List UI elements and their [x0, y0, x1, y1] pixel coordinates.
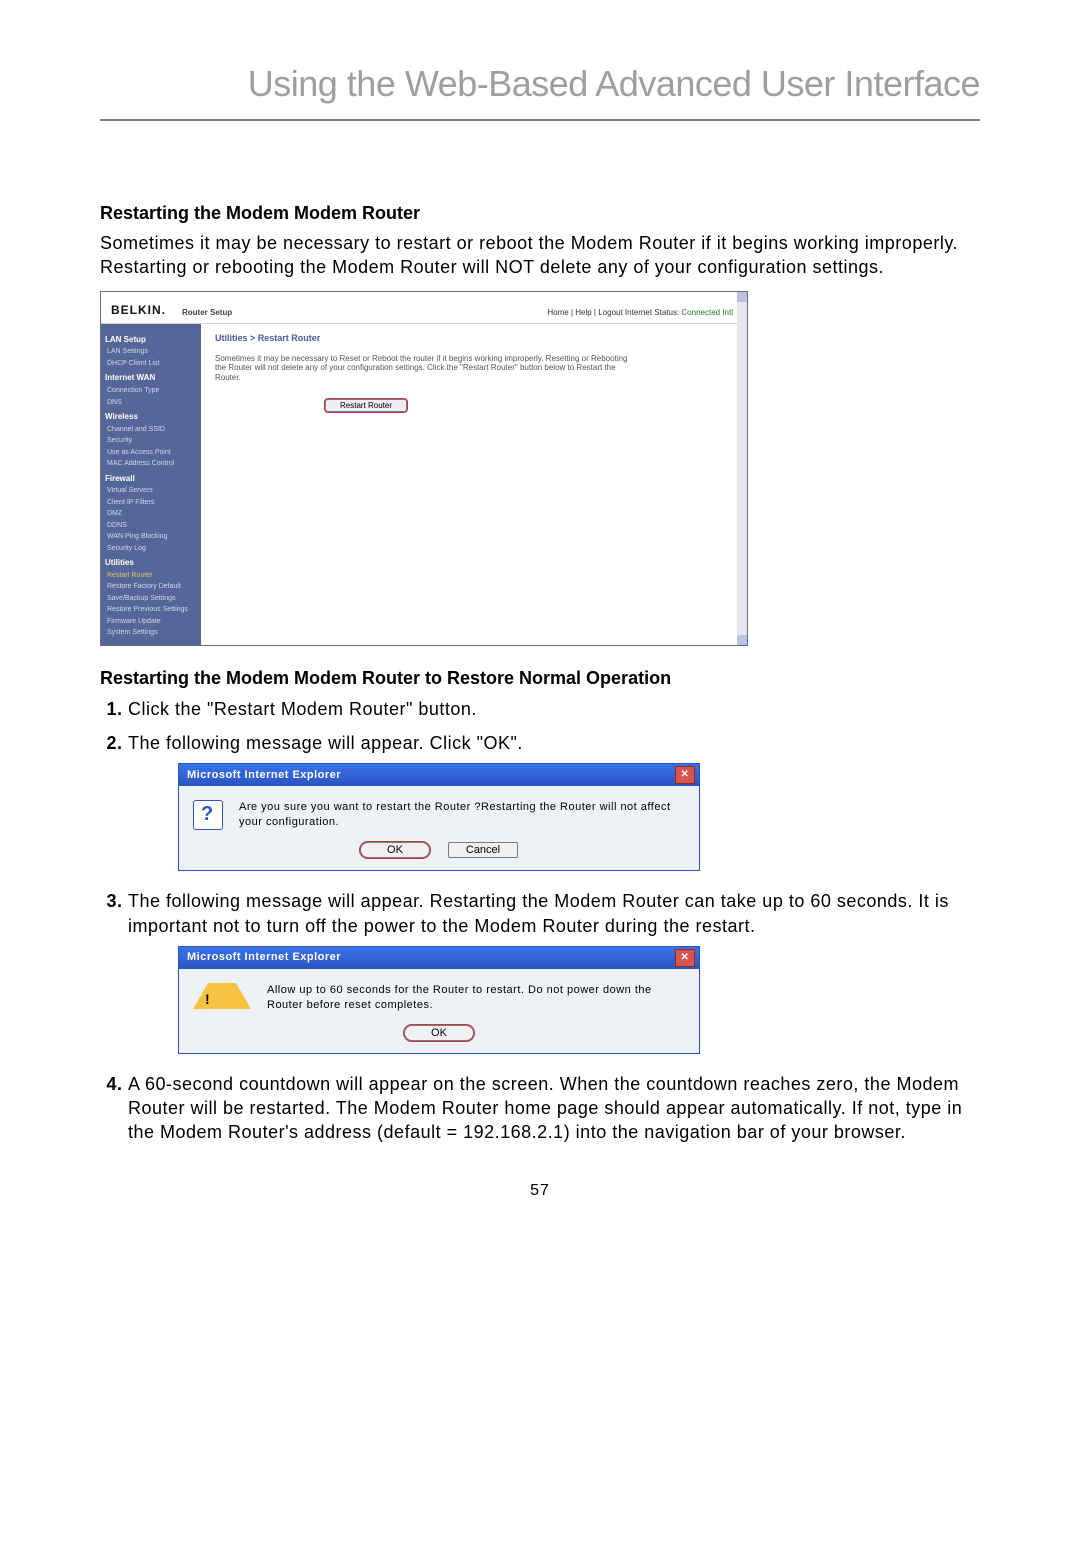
ie-dialog-wait: Microsoft Internet Explorer ✕ Allow up t… [178, 946, 700, 1054]
sidebar-head-wan: Internet WAN [105, 373, 197, 384]
sidebar-item[interactable]: Virtual Servers [107, 486, 197, 495]
sidebar-head-lan: LAN Setup [105, 335, 197, 346]
topnav-links[interactable]: Home | Help | Logout Internet Status: [547, 308, 679, 317]
sidebar-item[interactable]: Save/Backup Settings [107, 594, 197, 603]
question-icon [193, 800, 223, 830]
sidebar-item[interactable]: Restore Previous Settings [107, 605, 197, 614]
dialog-message: Allow up to 60 seconds for the Router to… [267, 983, 683, 1013]
ok-button[interactable]: OK [360, 842, 430, 858]
dialog-title: Microsoft Internet Explorer [187, 950, 341, 965]
router-admin-screenshot: BELKIN. Router Setup Home | Help | Logou… [100, 291, 748, 646]
router-topnav[interactable]: Home | Help | Logout Internet Status: Co… [547, 308, 733, 319]
ok-button[interactable]: OK [404, 1025, 474, 1041]
close-icon[interactable]: ✕ [675, 766, 695, 784]
sidebar-item[interactable]: Channel and SSID [107, 425, 197, 434]
step-1: Click the "Restart Modem Router" button. [128, 697, 980, 721]
ie-dialog-confirm: Microsoft Internet Explorer ✕ Are you su… [178, 763, 700, 871]
restart-router-button[interactable]: Restart Router [325, 399, 407, 412]
step-4: A 60-second countdown will appear on the… [128, 1072, 980, 1145]
sidebar-item[interactable]: System Settings [107, 628, 197, 637]
sidebar-item[interactable]: Security Log [107, 544, 197, 553]
dialog-title: Microsoft Internet Explorer [187, 768, 341, 783]
router-sidebar: LAN Setup LAN Settings DHCP Client List … [101, 324, 201, 646]
sidebar-item[interactable]: Client IP Filters [107, 498, 197, 507]
sidebar-item[interactable]: DHCP Client List [107, 359, 197, 368]
sidebar-item-restart-router[interactable]: Restart Router [107, 571, 197, 580]
sidebar-head-utilities: Utilities [105, 558, 197, 569]
sidebar-item[interactable]: Connection Type [107, 386, 197, 395]
sidebar-item[interactable]: DMZ [107, 509, 197, 518]
dialog-message: Are you sure you want to restart the Rou… [239, 800, 683, 830]
section-restart-heading: Restarting the Modem Modem Router [100, 201, 980, 225]
page-title: Using the Web-Based Advanced User Interf… [100, 60, 980, 121]
breadcrumb: Utilities > Restart Router [215, 332, 723, 344]
sidebar-head-wireless: Wireless [105, 412, 197, 423]
sidebar-item[interactable]: DDNS [107, 521, 197, 530]
sidebar-item[interactable]: Security [107, 436, 197, 445]
step-3-text: The following message will appear. Resta… [128, 891, 949, 935]
brand-logo: BELKIN. [111, 302, 166, 318]
scrollbar[interactable] [737, 292, 747, 645]
sidebar-head-firewall: Firewall [105, 474, 197, 485]
scroll-up-icon[interactable] [737, 292, 747, 302]
steps-list: Click the "Restart Modem Router" button.… [100, 697, 980, 1145]
step-2: The following message will appear. Click… [128, 731, 980, 871]
step-3: The following message will appear. Resta… [128, 889, 980, 1053]
warning-icon [193, 983, 251, 1009]
cancel-button[interactable]: Cancel [448, 842, 518, 858]
section-restart-text: Sometimes it may be necessary to restart… [100, 231, 980, 280]
section-restore-heading: Restarting the Modem Modem Router to Res… [100, 666, 980, 690]
internet-status-value: Connected Intl [681, 308, 733, 317]
sidebar-item[interactable]: DNS [107, 398, 197, 407]
router-setup-label: Router Setup [176, 308, 547, 319]
sidebar-item[interactable]: LAN Settings [107, 347, 197, 356]
sidebar-item[interactable]: Restore Factory Default [107, 582, 197, 591]
sidebar-item[interactable]: Use as Access Point [107, 448, 197, 457]
scroll-down-icon[interactable] [737, 635, 747, 645]
sidebar-item[interactable]: WAN Ping Blocking [107, 532, 197, 541]
close-icon[interactable]: ✕ [675, 949, 695, 967]
step-2-text: The following message will appear. Click… [128, 733, 523, 753]
sidebar-item[interactable]: MAC Address Control [107, 459, 197, 468]
restart-description: Sometimes it may be necessary to Reset o… [215, 354, 635, 383]
sidebar-item[interactable]: Firmware Update [107, 617, 197, 626]
page-number: 57 [100, 1180, 980, 1202]
